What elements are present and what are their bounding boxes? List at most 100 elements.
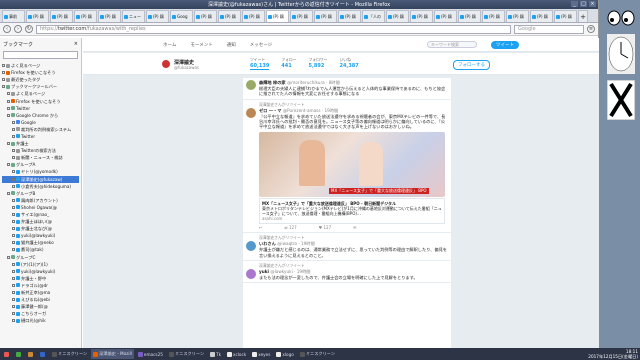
expander-icon[interactable] xyxy=(7,142,10,146)
menu-icon[interactable]: ≡ xyxy=(587,25,595,33)
browser-tab[interactable]: (P) 鶏 xyxy=(410,10,433,22)
bookmark-item[interactable]: 鷹司(@tak) xyxy=(2,246,79,253)
expander-icon[interactable] xyxy=(12,298,15,302)
tweet[interactable]: 深澤諭史さんがリツイート yuki @lawkyuki · 19時間 またも法の理念… xyxy=(243,261,451,284)
bookmark-item[interactable]: Twitterの検索方法 xyxy=(2,147,79,154)
bookmark-item[interactable]: Shohei Ogawa(@ xyxy=(2,204,79,211)
browser-tab[interactable]: 「人の xyxy=(362,10,385,22)
maximize-button[interactable]: □ xyxy=(580,1,587,7)
expander-icon[interactable] xyxy=(2,78,5,82)
expander-icon[interactable] xyxy=(7,99,10,103)
taskbar-item[interactable]: xeyes xyxy=(250,349,272,359)
expander-icon[interactable] xyxy=(12,177,15,181)
browser-tab[interactable]: (P) 鶏 xyxy=(290,10,313,22)
bookmark-item[interactable]: Google xyxy=(2,119,79,126)
bookmark-item[interactable]: 猫弁護士(@neko xyxy=(2,239,79,246)
expander-icon[interactable] xyxy=(12,276,15,280)
taskbar-item[interactable] xyxy=(14,349,24,359)
retweet-icon[interactable]: ⇄ 127 xyxy=(284,225,296,230)
bookmark-item[interactable]: yuki(@lawkyuki) xyxy=(2,268,79,275)
expander-icon[interactable] xyxy=(12,205,15,209)
expander-icon[interactable] xyxy=(12,149,15,153)
bookmark-item[interactable]: こちらオーガ xyxy=(2,310,79,317)
bookmark-item[interactable]: 鶏肉郎(アカウント) xyxy=(2,197,79,204)
taskbar-item[interactable]: Tk xyxy=(208,349,223,359)
avatar[interactable] xyxy=(246,241,256,252)
bookmark-item[interactable]: 裁判所の判例検索システム xyxy=(2,126,79,133)
browser-tab[interactable]: (P) 鶏 xyxy=(266,10,289,22)
taskbar-item[interactable]: xlogo xyxy=(274,349,295,359)
bookmark-item[interactable]: Twitter xyxy=(2,133,79,140)
expander-icon[interactable] xyxy=(7,163,10,167)
minimize-button[interactable]: _ xyxy=(571,1,578,7)
tweet-author[interactable]: いわさん xyxy=(259,241,276,246)
bookmark-item[interactable]: 新井正幸(@ma xyxy=(2,289,79,296)
expander-icon[interactable] xyxy=(7,255,10,259)
reload-icon[interactable]: ↻ xyxy=(25,25,33,33)
bookmark-item[interactable]: Twitter xyxy=(2,105,79,112)
expander-icon[interactable] xyxy=(12,227,15,231)
expander-icon[interactable] xyxy=(12,120,15,124)
expander-icon[interactable] xyxy=(2,71,5,75)
browser-tab[interactable]: (P) 鶏 xyxy=(74,10,97,22)
taskbar-item[interactable]: xclock xyxy=(225,349,248,359)
tweet-button[interactable]: ツイート xyxy=(491,40,519,49)
browser-tab[interactable]: (P) 鶏 xyxy=(386,10,409,22)
link-card[interactable]: MX「ニュース女子」で「重大な放送倫理違反」 BPO - 朝日新聞デジタル 東京メ… xyxy=(259,198,445,225)
expander-icon[interactable] xyxy=(2,85,5,89)
bookmark-item[interactable]: (ア)(1)(ア)(1) xyxy=(2,261,79,268)
expander-icon[interactable] xyxy=(12,156,15,160)
expander-icon[interactable] xyxy=(12,170,15,174)
expander-icon[interactable] xyxy=(7,92,10,96)
browser-tab[interactable]: 事前 xyxy=(2,10,25,22)
bookmark-item[interactable]: 弁護士 xyxy=(2,140,79,147)
expander-icon[interactable] xyxy=(12,184,15,188)
expander-icon[interactable] xyxy=(12,319,15,323)
bookmark-item[interactable]: yuki(@lawkyuki) xyxy=(2,232,79,239)
expander-icon[interactable] xyxy=(12,213,15,217)
bookmark-item[interactable]: 樋口光(@hik xyxy=(2,317,79,324)
taskbar-item[interactable]: ミニスクリーン xyxy=(50,349,89,359)
bookmark-item[interactable]: 藤澤健一郎(@ xyxy=(2,303,79,310)
bookmark-item[interactable]: ドラゴル(@dr xyxy=(2,282,79,289)
sidebar-title[interactable]: ブックマーク xyxy=(3,41,33,48)
taskbar-item[interactable]: ミニスクリーン xyxy=(167,349,206,359)
bookmark-item[interactable]: サイエ(@nao_ xyxy=(2,211,79,218)
taskbar-item[interactable]: ミニスクリーン xyxy=(298,349,337,359)
browser-tab[interactable]: (P) 鶏 xyxy=(314,10,337,22)
search-input[interactable]: Google xyxy=(514,24,584,34)
browser-tab[interactable]: (P) 鶏 xyxy=(98,10,121,22)
tweet[interactable]: 深澤諭史さんがリツイート ゼロ 一・マ @Purezent-amass · 19時… xyxy=(243,100,451,234)
bookmark-item[interactable]: Firefox を使いこなそう xyxy=(2,97,79,104)
nav-moments[interactable]: モーメント xyxy=(190,42,212,48)
profile-stat[interactable]: ツイート 60,139 xyxy=(250,57,270,70)
taskbar-item[interactable] xyxy=(26,349,36,359)
profile-stat[interactable]: いいね 24,387 xyxy=(339,57,358,70)
bookmark-item[interactable]: 弁護士・野中 xyxy=(2,275,79,282)
taskbar-item[interactable]: emacs25 xyxy=(136,349,165,359)
bookmark-item[interactable]: 弁護士ほほい(@ xyxy=(2,218,79,225)
tweet-author[interactable]: yuki xyxy=(259,269,269,274)
expander-icon[interactable] xyxy=(12,134,15,138)
browser-tab[interactable]: (P) 鶏 xyxy=(458,10,481,22)
follow-button[interactable]: フォローする xyxy=(453,60,490,70)
tweet[interactable]: 深澤諭史さんがリツイート いわさん @iwaqtro · 19時間 弁護士が嫌だと感… xyxy=(243,233,451,262)
tweet[interactable]: 森輝地 梓の家 @moriteruchikura · 8時間 総理大臣の夫婦人に逮… xyxy=(243,78,451,100)
expander-icon[interactable] xyxy=(2,64,5,68)
url-bar[interactable]: https://twitter.com/fukazawas/with_repli… xyxy=(36,24,511,34)
browser-tab[interactable]: Goog xyxy=(170,10,193,22)
profile-stat[interactable]: フォロー 441 xyxy=(281,57,296,70)
twitter-search-input[interactable]: キーワード検索 xyxy=(427,41,477,48)
browser-tab[interactable]: (P) 鶏 xyxy=(506,10,529,22)
expander-icon[interactable] xyxy=(12,248,15,252)
back-arrow-icon[interactable]: ‹ xyxy=(3,25,11,33)
bookmark-item[interactable]: よく見るページ xyxy=(2,90,79,97)
bookmark-item[interactable]: 最近使ったタグ xyxy=(2,76,79,83)
like-icon[interactable]: ♥ 127 xyxy=(319,225,332,230)
taskbar-item[interactable] xyxy=(38,349,48,359)
browser-tab[interactable]: (P) 鶏 xyxy=(26,10,49,22)
browser-tab[interactable]: (P) 鶏 xyxy=(242,10,265,22)
expander-icon[interactable] xyxy=(12,234,15,238)
tweet-author[interactable]: 森輝地 梓の家 xyxy=(259,80,286,85)
browser-tab[interactable]: (P) 鶏 xyxy=(146,10,169,22)
